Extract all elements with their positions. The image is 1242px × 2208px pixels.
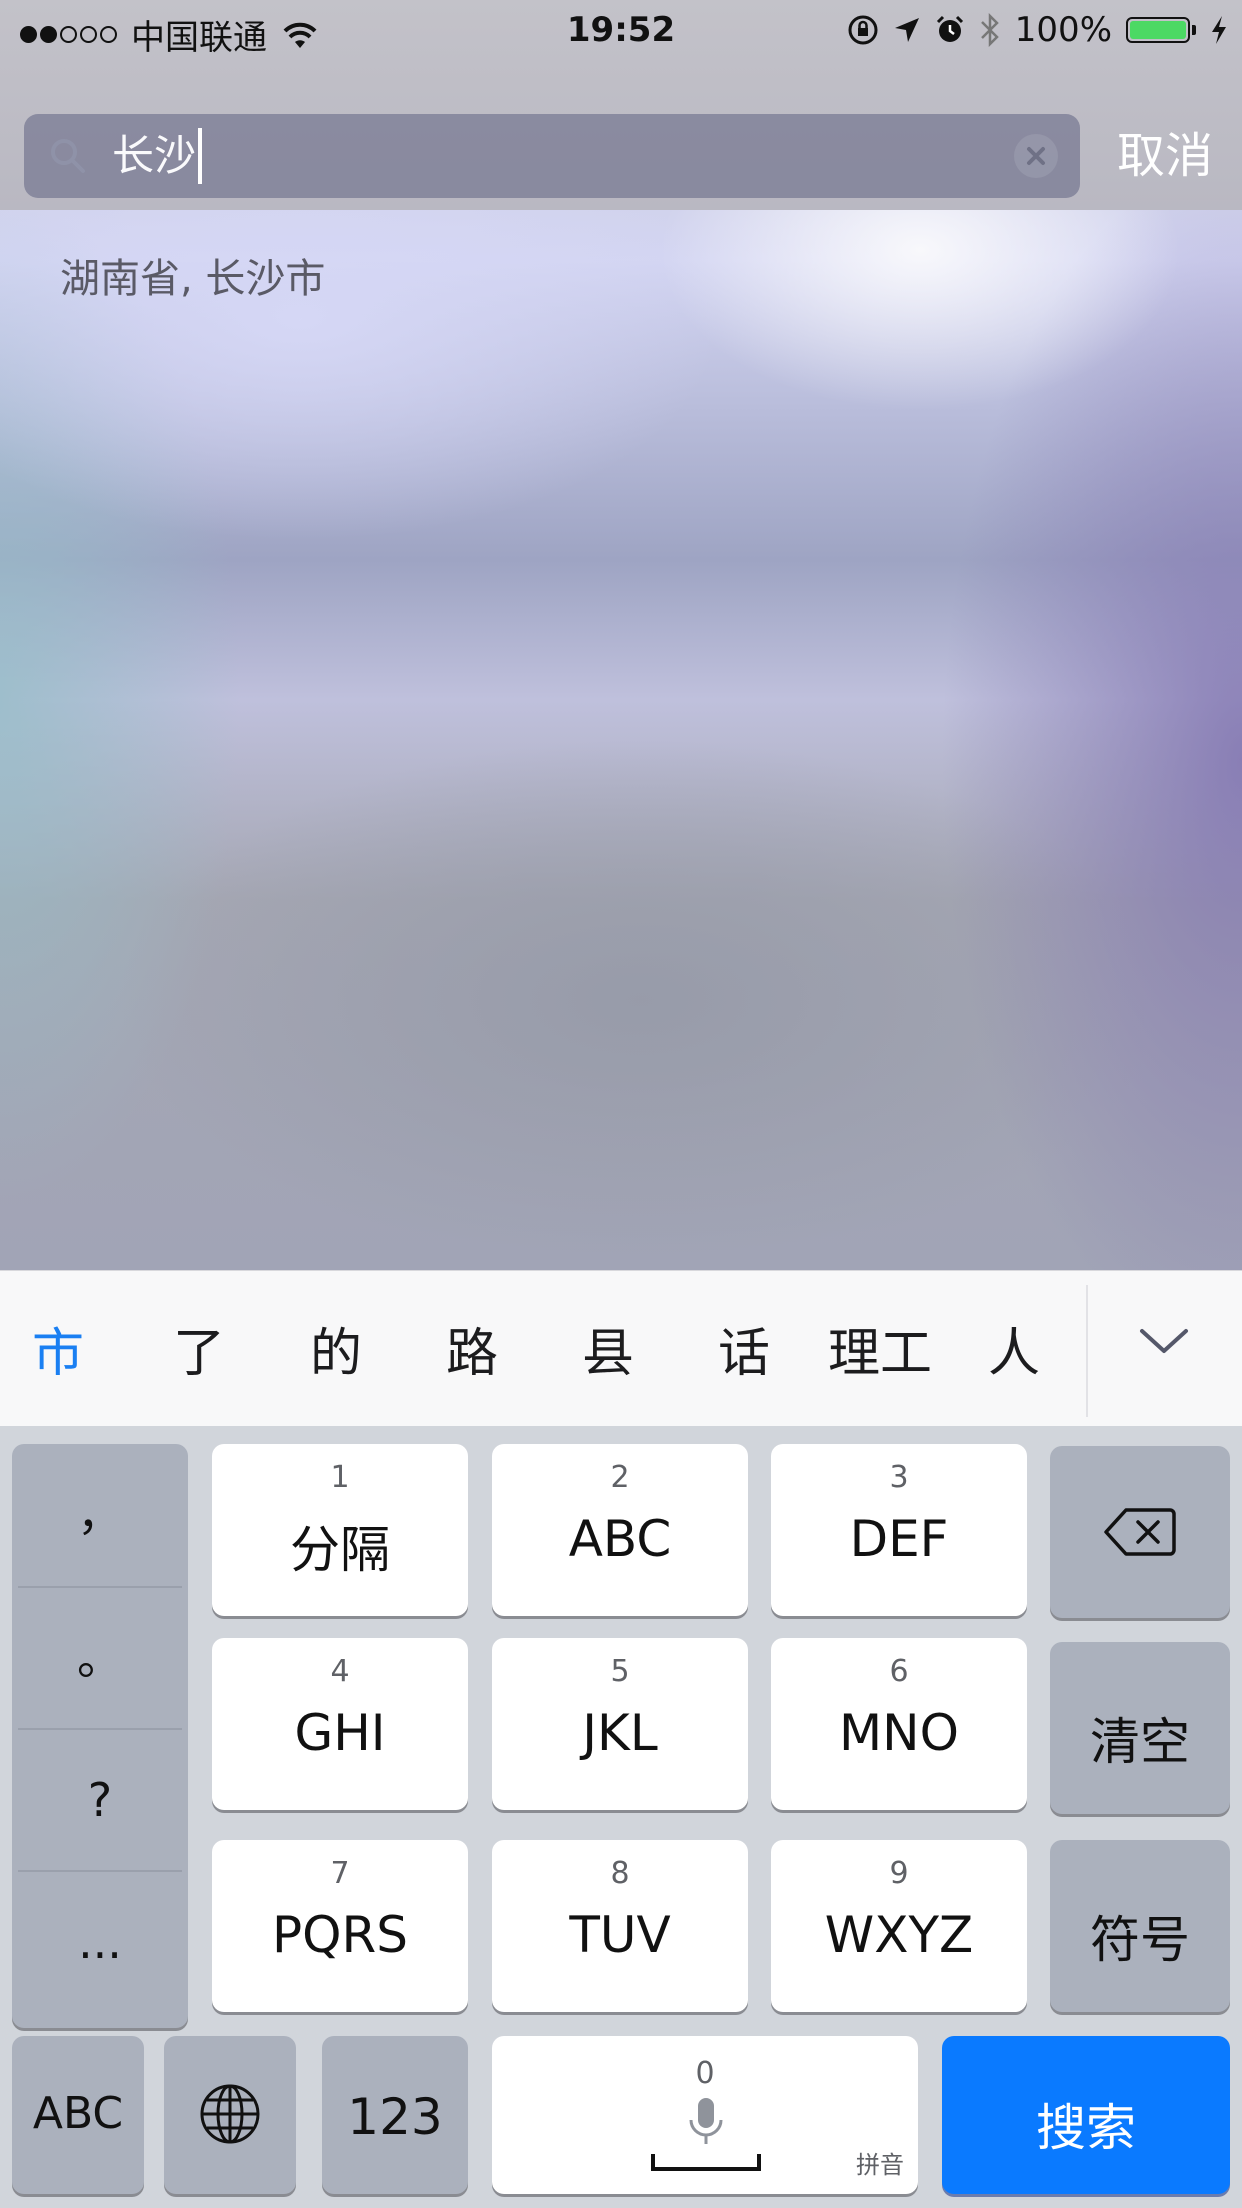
- key-8[interactable]: 8 TUV: [492, 1840, 748, 2012]
- alarm-icon: [936, 15, 963, 42]
- candidate-item[interactable]: 话: [676, 1311, 812, 1386]
- search-icon: [51, 139, 85, 173]
- key-1[interactable]: 1 分隔: [212, 1444, 468, 1616]
- candidate-item[interactable]: 路: [404, 1311, 540, 1386]
- location-arrow-icon: [894, 18, 919, 42]
- delete-key[interactable]: [1050, 1446, 1230, 1618]
- candidate-item[interactable]: 市: [0, 1311, 126, 1386]
- status-right: 100%: [847, 10, 1228, 50]
- key-5[interactable]: 5 JKL: [492, 1638, 748, 1810]
- chevron-down-icon[interactable]: [1134, 1311, 1194, 1371]
- candidate-bar: 市 了 的 路 县 话 理工 人: [0, 1270, 1242, 1427]
- punctuation-panel[interactable]: ， 。 ? ...: [12, 1444, 188, 2028]
- status-bar: 中国联通 19:52 100%: [0, 0, 1242, 64]
- key-7[interactable]: 7 PQRS: [212, 1840, 468, 2012]
- punctuation-key-period[interactable]: 。: [12, 1588, 188, 1728]
- input-mode-label: 拼音: [856, 2151, 904, 2179]
- battery-icon: [1126, 17, 1196, 43]
- candidate-item[interactable]: 的: [268, 1311, 404, 1386]
- candidate-item[interactable]: 人: [946, 1311, 1082, 1386]
- text-caret: [198, 128, 203, 184]
- cancel-button[interactable]: 取消: [1100, 114, 1230, 198]
- clear-key[interactable]: 清空: [1050, 1642, 1230, 1814]
- punctuation-key-ellipsis[interactable]: ...: [12, 1872, 188, 2012]
- space-bar-icon: [651, 2154, 761, 2171]
- key-6[interactable]: 6 MNO: [771, 1638, 1027, 1810]
- orientation-lock-icon: [848, 15, 878, 45]
- backspace-icon: [1104, 1508, 1176, 1556]
- search-result-item[interactable]: 湖南省, 长沙市: [60, 246, 325, 304]
- candidate-item[interactable]: 县: [540, 1311, 676, 1386]
- microphone-icon: [689, 2098, 723, 2144]
- symbols-key[interactable]: 符号: [1050, 1840, 1230, 2012]
- candidate-item[interactable]: 理工: [812, 1311, 948, 1386]
- key-2[interactable]: 2 ABC: [492, 1444, 748, 1616]
- globe-key[interactable]: [164, 2036, 296, 2194]
- bluetooth-icon: [980, 13, 999, 47]
- candidate-item[interactable]: 了: [131, 1311, 267, 1386]
- candidate-divider: [1086, 1285, 1088, 1417]
- key-4[interactable]: 4 GHI: [212, 1638, 468, 1810]
- battery-percent: 100%: [1014, 10, 1112, 50]
- clear-text-icon[interactable]: [1014, 134, 1058, 178]
- key-9[interactable]: 9 WXYZ: [771, 1840, 1027, 2012]
- charging-bolt-icon: [1212, 16, 1226, 44]
- search-input[interactable]: 长沙: [24, 114, 1080, 198]
- punctuation-key-question[interactable]: ?: [12, 1730, 188, 1870]
- close-icon: [1027, 147, 1045, 165]
- search-button[interactable]: 搜索: [942, 2036, 1230, 2194]
- search-query-text: 长沙: [112, 131, 197, 180]
- key-3[interactable]: 3 DEF: [771, 1444, 1027, 1616]
- globe-icon: [200, 2084, 260, 2144]
- numbers-key[interactable]: 123: [322, 2036, 468, 2194]
- keyboard: ， 。 ? ... 1 分隔 2 ABC 3 DEF 4 GHI 5 JKL 6…: [0, 1426, 1242, 2208]
- punctuation-key-comma[interactable]: ，: [12, 1444, 188, 1584]
- abc-key[interactable]: ABC: [12, 2036, 144, 2194]
- space-key[interactable]: 0 拼音: [492, 2036, 918, 2194]
